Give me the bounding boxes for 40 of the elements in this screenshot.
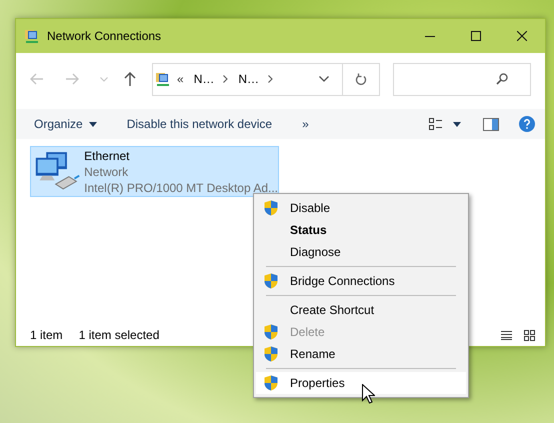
refresh-icon: [355, 72, 367, 86]
search-icon: [496, 73, 508, 85]
adapter-name: Ethernet: [84, 148, 131, 164]
adapter-type: Network: [84, 164, 130, 180]
help-icon[interactable]: [519, 116, 535, 132]
menu-item[interactable]: Properties: [256, 372, 466, 394]
chevron-icon[interactable]: [268, 75, 274, 83]
menu-item[interactable]: Disable: [256, 197, 466, 219]
view-options-icon[interactable]: [429, 118, 443, 130]
breadcrumb[interactable]: N…: [238, 72, 260, 86]
close-icon: [517, 31, 527, 41]
details-view-icon[interactable]: [501, 330, 512, 340]
item-count: 1 item: [30, 328, 63, 342]
network-adapter-item[interactable]: Ethernet Network Intel(R) PRO/1000 MT Desktop Ad...: [30, 146, 279, 197]
hidden-path-marker[interactable]: «: [177, 72, 184, 86]
adapter-device: Intel(R) PRO/1000 MT Desktop Ad...: [84, 180, 278, 196]
menu-item[interactable]: Status: [256, 219, 466, 241]
maximize-icon: [471, 31, 481, 41]
search-field[interactable]: [393, 62, 531, 96]
up-arrow-icon[interactable]: [124, 72, 136, 86]
network-folder-icon: [24, 28, 40, 44]
large-icons-view-icon[interactable]: [524, 330, 535, 340]
breadcrumb[interactable]: N…: [194, 72, 214, 86]
menu-item[interactable]: Diagnose: [256, 241, 466, 263]
chevron-down-icon[interactable]: [319, 76, 329, 82]
window-title: Network Connections: [47, 29, 162, 43]
mouse-pointer-icon: [362, 384, 375, 404]
menu-item[interactable]: Create Shortcut: [256, 299, 466, 321]
chevron-icon[interactable]: [223, 75, 228, 83]
toolbar-button[interactable]: Disable this network device: [118, 113, 280, 135]
selection-count: 1 item selected: [78, 328, 160, 342]
network-folder-icon: [155, 71, 171, 87]
address-bar[interactable]: « N… N…: [152, 62, 380, 96]
caret-icon: [88, 122, 97, 126]
menu-item[interactable]: Rename: [256, 343, 466, 365]
preview-pane-icon[interactable]: [483, 118, 499, 130]
caret-icon[interactable]: [453, 122, 461, 126]
toolbar-button[interactable]: »: [294, 113, 317, 135]
toolbar-button[interactable]: Organize: [26, 113, 105, 135]
menu-item[interactable]: Bridge Connections: [256, 270, 466, 292]
